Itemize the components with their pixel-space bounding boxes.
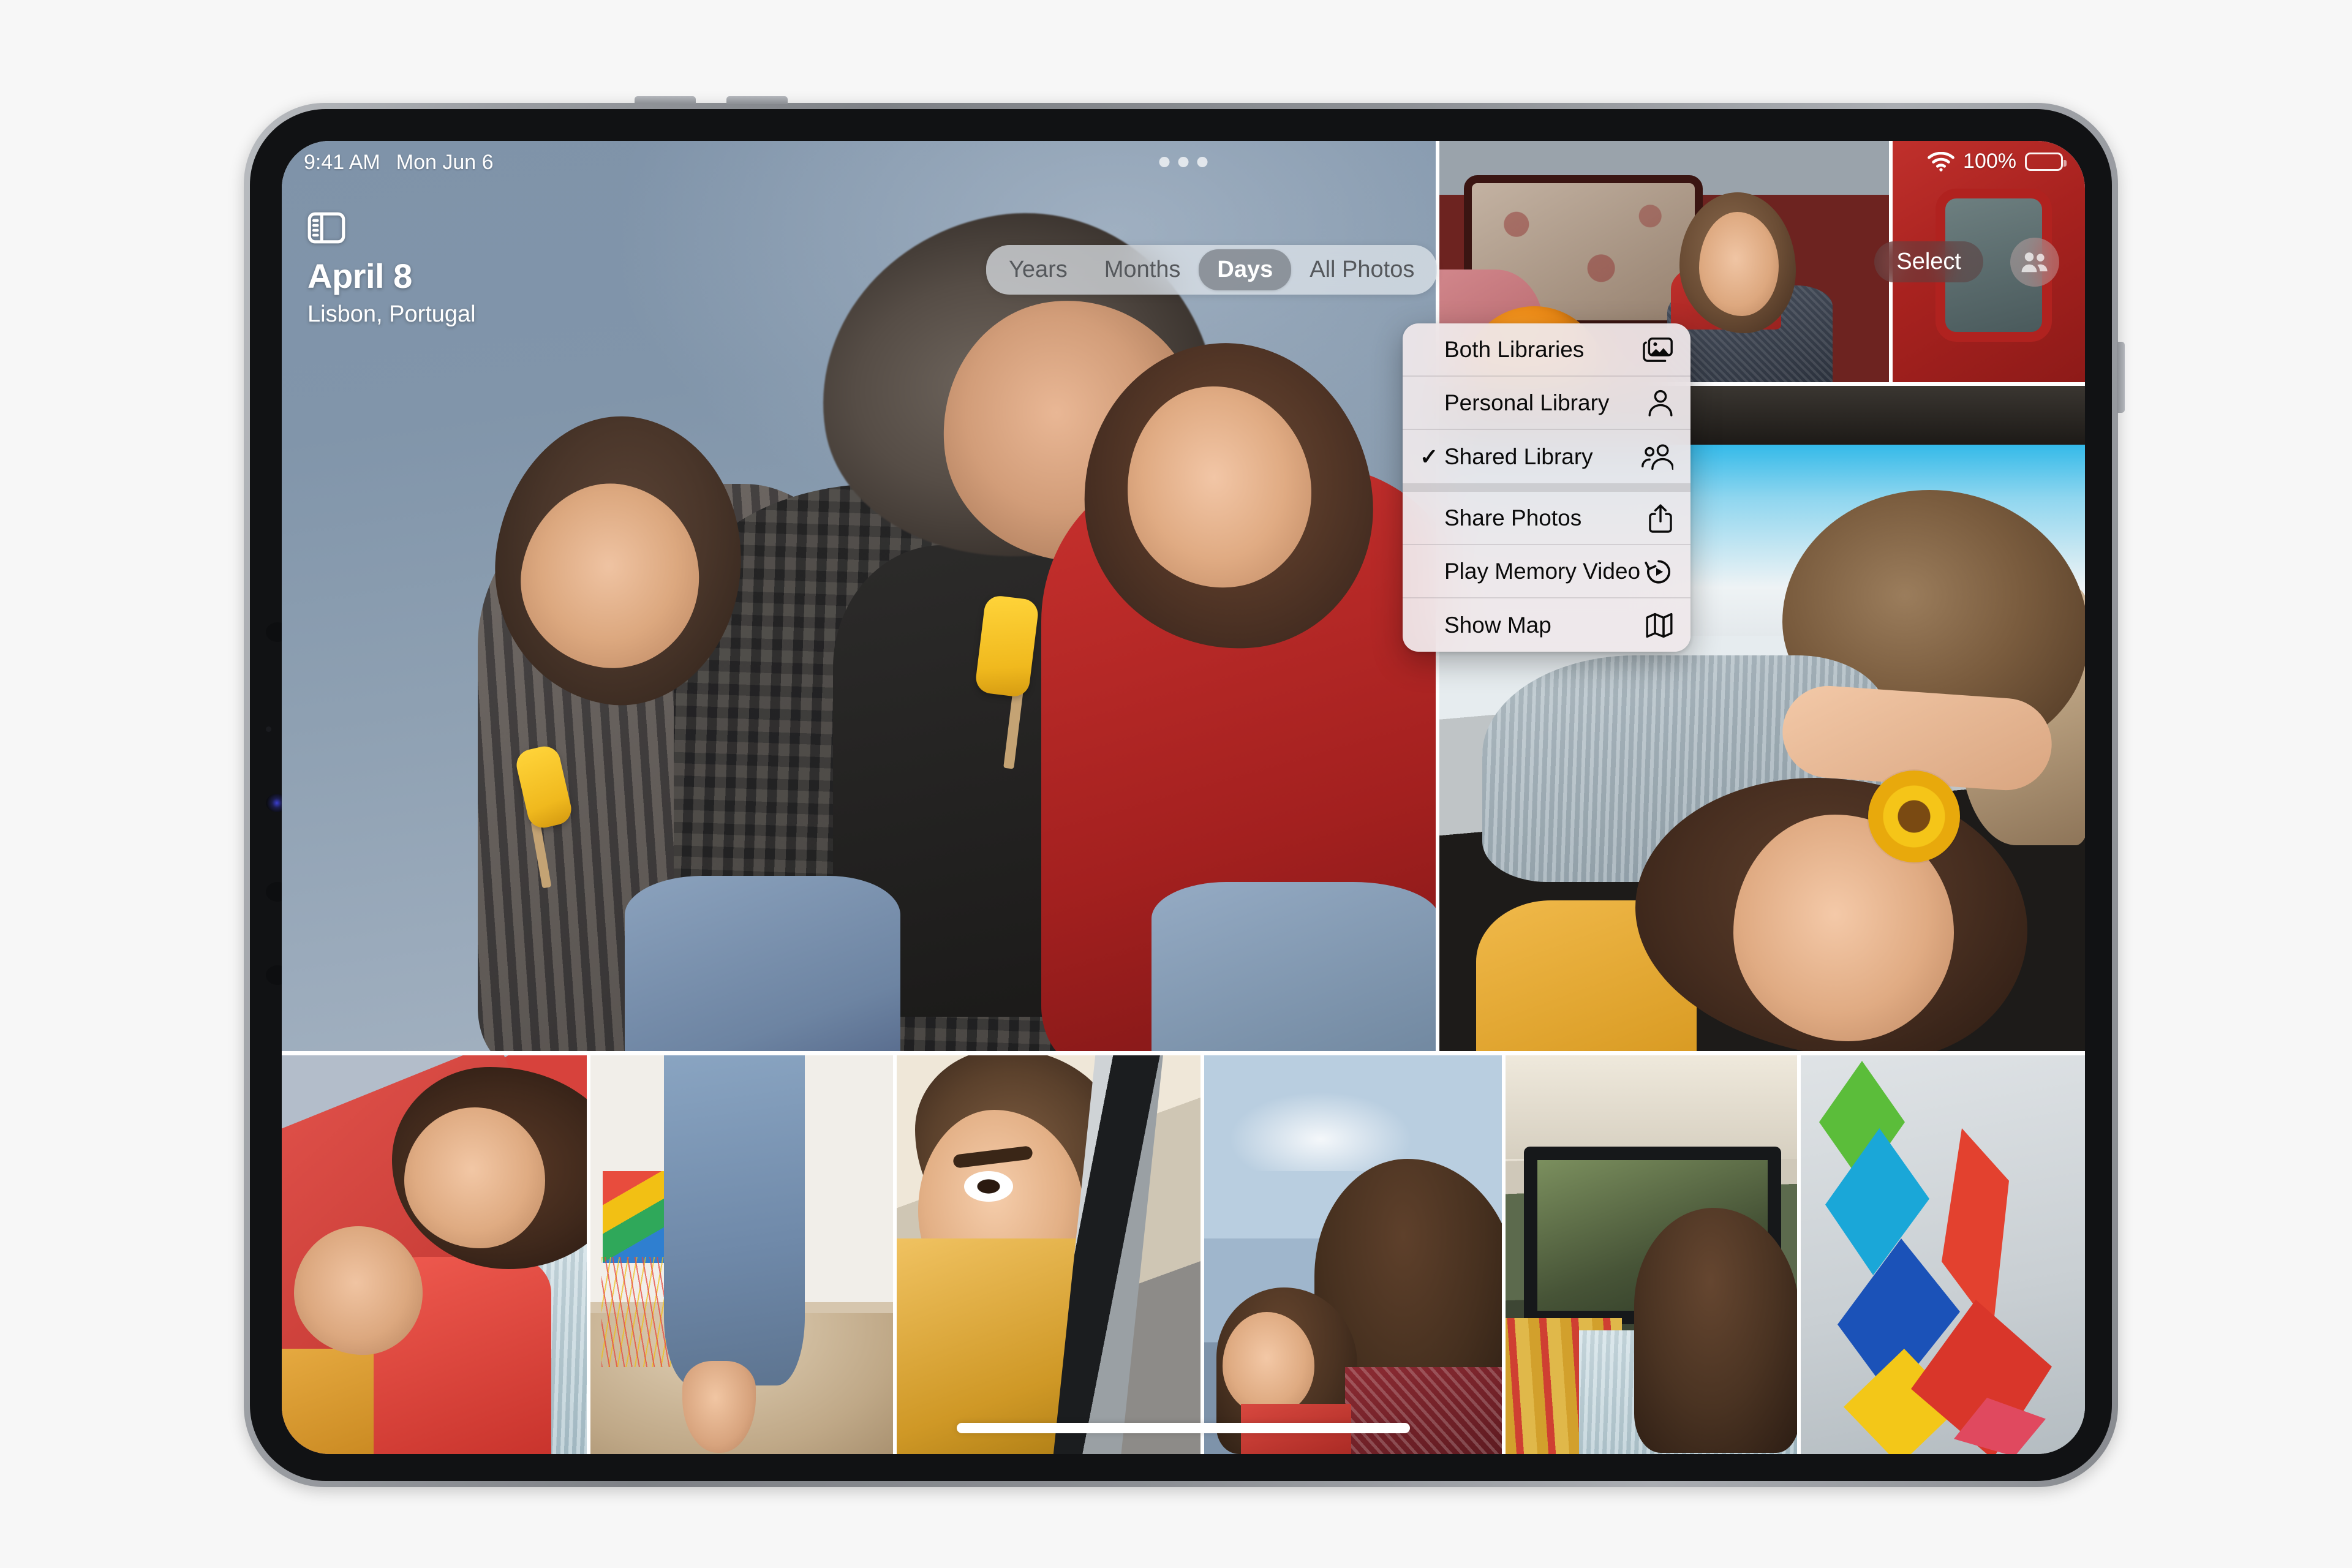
screenshot-canvas: 9:41 AM Mon Jun 6 100% April 8 Lisbon, P… — [0, 0, 2352, 1568]
menu-item-play-memory-video[interactable]: Play Memory Video — [1403, 545, 1691, 598]
sidebar-toggle-icon[interactable] — [307, 212, 345, 244]
page-header: April 8 Lisbon, Portugal — [307, 258, 476, 328]
person-icon — [1642, 390, 1673, 417]
page-title: April 8 — [307, 257, 412, 295]
play-memory-icon — [1642, 557, 1673, 586]
tab-all-photos[interactable]: All Photos — [1291, 249, 1433, 290]
tab-months[interactable]: Months — [1086, 249, 1199, 290]
timeline-segmented-control[interactable]: Years Months Days All Photos — [986, 245, 1438, 295]
share-icon — [1642, 503, 1673, 533]
volume-down-button[interactable] — [726, 96, 788, 104]
tab-years[interactable]: Years — [990, 249, 1086, 290]
multitask-dot — [1178, 157, 1189, 167]
menu-checkmark-icon: ✓ — [1420, 443, 1439, 469]
menu-group-actions: Share Photos Play Memory Video Show Map — [1403, 492, 1691, 652]
home-indicator[interactable] — [957, 1423, 1410, 1433]
menu-item-share-photos[interactable]: Share Photos — [1403, 492, 1691, 545]
navigation-overlay: April 8 Lisbon, Portugal Years Months Da… — [282, 141, 2085, 1454]
menu-item-label: Personal Library — [1444, 390, 1610, 415]
menu-item-label: Both Libraries — [1444, 336, 1585, 362]
photo-stack-icon — [1642, 337, 1673, 363]
menu-separator — [1403, 483, 1691, 492]
menu-item-label: Play Memory Video — [1444, 558, 1641, 584]
select-button[interactable]: Select — [1874, 241, 1983, 282]
multitask-dot — [1159, 157, 1170, 167]
menu-item-label: Show Map — [1444, 612, 1551, 638]
power-button[interactable] — [2117, 342, 2125, 413]
volume-up-button[interactable] — [635, 96, 696, 104]
menu-item-label: Shared Library — [1444, 443, 1593, 469]
two-people-icon — [1642, 443, 1673, 470]
library-context-menu[interactable]: Both Libraries Personal Library ✓ Shared… — [1403, 323, 1691, 652]
ipad-device-frame: 9:41 AM Mon Jun 6 100% April 8 Lisbon, P… — [244, 96, 2125, 1487]
multitask-dots-icon[interactable] — [1159, 157, 1208, 167]
menu-item-shared-library[interactable]: ✓ Shared Library — [1403, 430, 1691, 483]
bezel-microphone — [266, 726, 271, 732]
menu-group-libraries: Both Libraries Personal Library ✓ Shared… — [1403, 323, 1691, 483]
menu-item-label: Share Photos — [1444, 505, 1582, 530]
shared-library-people-icon[interactable] — [2010, 238, 2059, 287]
menu-item-show-map[interactable]: Show Map — [1403, 598, 1691, 652]
map-icon — [1642, 612, 1673, 639]
menu-item-personal-library[interactable]: Personal Library — [1403, 377, 1691, 430]
tab-days[interactable]: Days — [1199, 249, 1292, 290]
menu-item-both-libraries[interactable]: Both Libraries — [1403, 323, 1691, 377]
ipad-screen: 9:41 AM Mon Jun 6 100% April 8 Lisbon, P… — [282, 141, 2085, 1454]
page-subtitle: Lisbon, Portugal — [307, 301, 476, 327]
multitask-dot — [1197, 157, 1208, 167]
device-bezel: 9:41 AM Mon Jun 6 100% April 8 Lisbon, P… — [250, 109, 2112, 1481]
